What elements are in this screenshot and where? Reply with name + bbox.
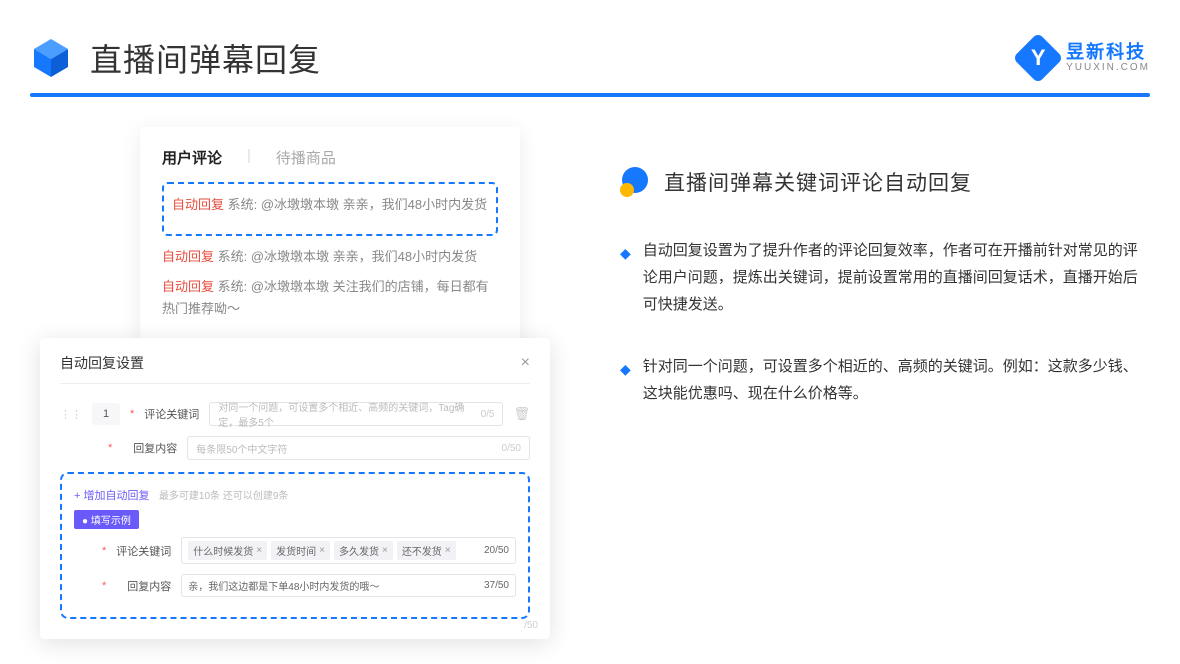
brand-icon: Y: [1013, 33, 1064, 84]
highlighted-comment: 自动回复 系统: @冰墩墩本墩 亲亲，我们48小时内发货: [162, 182, 498, 236]
counter: 20/50: [484, 545, 509, 556]
comment-text: 系统: @冰墩墩本墩 亲亲，我们48小时内发货: [218, 249, 478, 264]
tag-chip[interactable]: 什么时候发货×: [188, 541, 267, 560]
diamond-icon: ◆: [620, 357, 631, 407]
tag-chip[interactable]: 还不发货×: [397, 541, 456, 560]
comment-row: 自动回复 系统: @冰墩墩本墩 关注我们的店铺，每日都有热门推荐呦～: [162, 276, 498, 320]
brand-url: YUUXIN.COM: [1066, 62, 1150, 73]
auto-reply-tag: 自动回复: [162, 279, 214, 294]
drag-handle-icon[interactable]: ⋮⋮: [60, 408, 82, 421]
add-hint: 最多可建10条 还可以创建9条: [159, 491, 288, 502]
tag-remove-icon[interactable]: ×: [319, 545, 325, 556]
header-left: 直播间弹幕回复: [30, 35, 321, 81]
required-star: *: [102, 545, 106, 557]
right-column: 直播间弹幕关键词评论自动回复 ◆ 自动回复设置为了提升作者的评论回复效率，作者可…: [620, 127, 1140, 639]
example-keyword-row: * 评论关键词 什么时候发货× 发货时间× 多久发货× 还不发货× 20/50: [74, 537, 516, 564]
counter: 0/50: [502, 443, 521, 454]
tab-pending-goods[interactable]: 待播商品: [276, 147, 336, 168]
cube-icon: [30, 37, 72, 79]
bullet-text: 针对同一个问题，可设置多个相近的、高频的关键词。例如：这款多少钱、这块能优惠吗、…: [643, 353, 1140, 407]
required-star: *: [130, 408, 134, 420]
example-content-row: * 回复内容 亲，我们这边都是下单48小时内发货的哦～ 37/50: [74, 574, 516, 597]
ghost-counter: /50: [524, 620, 538, 631]
tag-chip[interactable]: 发货时间×: [271, 541, 330, 560]
tab-separator: |: [247, 147, 251, 168]
delete-icon[interactable]: 🗑: [513, 406, 530, 422]
example-content-input[interactable]: 亲，我们这边都是下单48小时内发货的哦～ 37/50: [181, 574, 516, 597]
placeholder: 对同一个问题，可设置多个相近、高频的关键词，Tag确定，最多5个: [218, 399, 480, 429]
example-highlight: + 增加自动回复 最多可建10条 还可以创建9条 ● 填写示例 * 评论关键词 …: [60, 472, 530, 619]
settings-header: 自动回复设置 ×: [60, 353, 530, 384]
bullet-item: ◆ 针对同一个问题，可设置多个相近的、高频的关键词。例如：这款多少钱、这块能优惠…: [620, 353, 1140, 407]
content-label: 回复内容: [122, 440, 177, 456]
example-keyword-label: 评论关键词: [116, 543, 171, 559]
settings-card: 自动回复设置 × ⋮⋮ 1 * 评论关键词 对同一个问题，可设置多个相近、高频的…: [40, 338, 550, 639]
keyword-label: 评论关键词: [144, 406, 199, 422]
example-keyword-input[interactable]: 什么时候发货× 发货时间× 多久发货× 还不发货× 20/50: [181, 537, 516, 564]
auto-reply-tag: 自动回复: [162, 249, 214, 264]
tag-remove-icon[interactable]: ×: [382, 545, 388, 556]
tag-remove-icon[interactable]: ×: [256, 545, 262, 556]
settings-title: 自动回复设置: [60, 353, 144, 373]
tag-remove-icon[interactable]: ×: [445, 545, 451, 556]
section-head: 直播间弹幕关键词评论自动回复: [620, 167, 1140, 197]
left-column: 用户评论 | 待播商品 自动回复 系统: @冰墩墩本墩 亲亲，我们48小时内发货…: [40, 127, 560, 639]
placeholder: 每条限50个中文字符: [196, 441, 287, 456]
tabs: 用户评论 | 待播商品: [162, 147, 498, 168]
example-badge: ● 填写示例: [74, 510, 139, 529]
required-star: *: [108, 442, 112, 454]
add-auto-reply-link[interactable]: + 增加自动回复: [74, 490, 149, 502]
brand-text: 昱新科技 YUUXIN.COM: [1066, 43, 1150, 74]
brand-name: 昱新科技: [1066, 43, 1150, 63]
content-input[interactable]: 每条限50个中文字符 0/50: [187, 436, 530, 460]
bubble-icon: [620, 167, 650, 197]
tag-chip[interactable]: 多久发货×: [334, 541, 393, 560]
content-row: * 回复内容 每条限50个中文字符 0/50: [60, 436, 530, 460]
counter: 37/50: [484, 580, 509, 591]
brand-logo: Y 昱新科技 YUUXIN.COM: [1020, 40, 1150, 76]
required-star: *: [102, 580, 106, 592]
close-icon[interactable]: ×: [521, 354, 530, 372]
comment-row: 自动回复 系统: @冰墩墩本墩 亲亲，我们48小时内发货: [162, 246, 498, 268]
comments-card: 用户评论 | 待播商品 自动回复 系统: @冰墩墩本墩 亲亲，我们48小时内发货…: [140, 127, 520, 348]
example-content-label: 回复内容: [116, 578, 171, 594]
page-title: 直播间弹幕回复: [90, 35, 321, 81]
counter: 0/5: [481, 409, 495, 420]
tab-user-comments[interactable]: 用户评论: [162, 147, 222, 168]
page-header: 直播间弹幕回复 Y 昱新科技 YUUXIN.COM: [0, 0, 1180, 93]
bullet-item: ◆ 自动回复设置为了提升作者的评论回复效率，作者可在开播前针对常见的评论用户问题…: [620, 237, 1140, 318]
add-row: + 增加自动回复 最多可建10条 还可以创建9条: [74, 486, 516, 504]
auto-reply-tag: 自动回复: [172, 197, 224, 212]
index-box: 1: [92, 403, 120, 425]
bullet-text: 自动回复设置为了提升作者的评论回复效率，作者可在开播前针对常见的评论用户问题，提…: [643, 237, 1140, 318]
section-title: 直播间弹幕关键词评论自动回复: [664, 167, 972, 197]
comment-row: 自动回复 系统: @冰墩墩本墩 亲亲，我们48小时内发货: [172, 194, 488, 216]
diamond-icon: ◆: [620, 241, 631, 318]
comment-text: 系统: @冰墩墩本墩 亲亲，我们48小时内发货: [228, 197, 488, 212]
example-content-text: 亲，我们这边都是下单48小时内发货的哦～: [188, 578, 379, 593]
keyword-row: ⋮⋮ 1 * 评论关键词 对同一个问题，可设置多个相近、高频的关键词，Tag确定…: [60, 402, 530, 426]
keyword-input[interactable]: 对同一个问题，可设置多个相近、高频的关键词，Tag确定，最多5个 0/5: [209, 402, 503, 426]
